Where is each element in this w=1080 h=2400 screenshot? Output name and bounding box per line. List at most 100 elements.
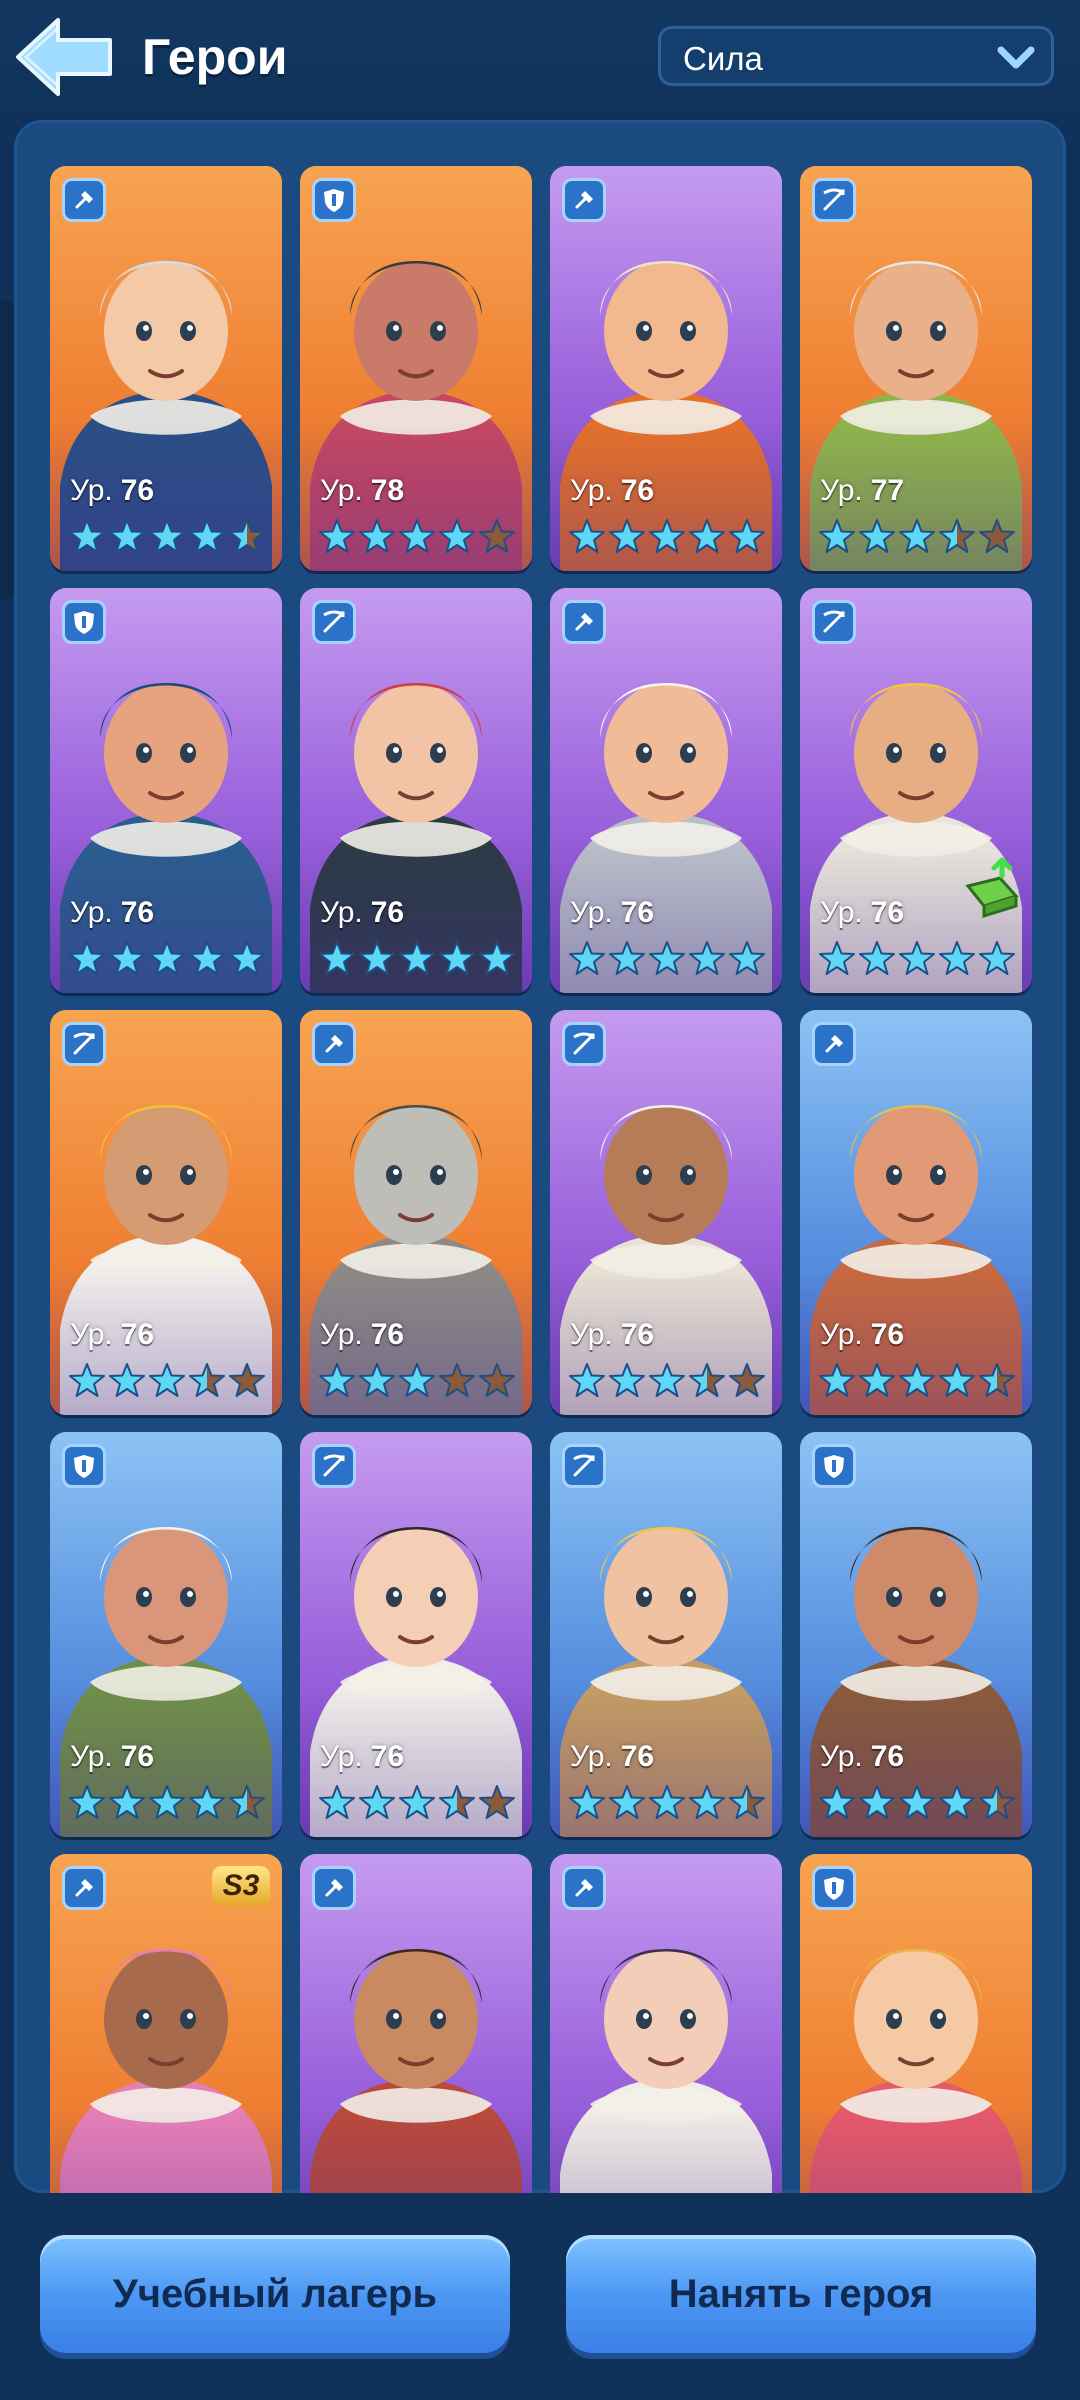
level-prefix: Ур. xyxy=(570,1740,613,1773)
card-shade xyxy=(550,2109,782,2193)
crossbow-class-icon xyxy=(312,600,356,644)
hero-level: Ур. 76 xyxy=(570,1740,654,1774)
hero-card[interactable]: Ур. 76 xyxy=(300,1010,532,1415)
star-icon xyxy=(859,1363,895,1397)
star-icon xyxy=(689,941,725,975)
star-icon xyxy=(859,941,895,975)
hero-level: Ур. 76 xyxy=(570,474,654,508)
crossbow-class-icon xyxy=(562,1444,606,1488)
star-icon xyxy=(859,1785,895,1819)
star-icon xyxy=(69,941,105,975)
hire-hero-button[interactable]: Нанять героя xyxy=(566,2235,1036,2353)
level-value: 76 xyxy=(620,1318,655,1351)
level-prefix: Ур. xyxy=(320,896,363,929)
hero-card[interactable]: Ур. 76 xyxy=(800,1010,1032,1415)
level-prefix: Ур. xyxy=(320,474,363,507)
star-icon xyxy=(319,519,355,553)
star-icon xyxy=(319,941,355,975)
star-icon xyxy=(189,941,225,975)
card-shade xyxy=(800,2109,1032,2193)
star-icon xyxy=(359,941,395,975)
star-icon xyxy=(609,1363,645,1397)
star-icon xyxy=(939,519,975,553)
star-icon xyxy=(109,1363,145,1397)
hero-card[interactable]: Ур. 76 xyxy=(300,1432,532,1837)
hero-card[interactable] xyxy=(550,1854,782,2193)
level-prefix: Ур. xyxy=(70,474,113,507)
star-icon xyxy=(899,519,935,553)
season-badge: S3 xyxy=(212,1866,270,1906)
hero-level: Ур. 76 xyxy=(320,896,404,930)
hero-card[interactable]: Ур. 77 xyxy=(800,166,1032,571)
hero-card[interactable]: Ур. 76 xyxy=(550,1010,782,1415)
star-icon xyxy=(319,1785,355,1819)
star-icon xyxy=(729,941,765,975)
hero-card[interactable]: Ур. 76 xyxy=(550,588,782,993)
hero-card[interactable]: Ур. 76 xyxy=(800,588,1032,993)
shovel-class-icon xyxy=(62,1866,106,1910)
level-prefix: Ур. xyxy=(70,1740,113,1773)
star-rating xyxy=(568,1784,768,1822)
shovel-class-icon xyxy=(562,1866,606,1910)
hero-card[interactable]: Ур. 76 xyxy=(800,1432,1032,1837)
star-icon xyxy=(399,1785,435,1819)
hero-card[interactable]: Ур. 76 xyxy=(50,1010,282,1415)
star-rating xyxy=(68,1362,268,1400)
star-rating xyxy=(568,518,768,556)
star-icon xyxy=(69,1785,105,1819)
hero-card[interactable]: Ур. 76 xyxy=(50,166,282,571)
level-value: 76 xyxy=(620,896,655,929)
hero-card[interactable]: Ур. 76 xyxy=(50,1432,282,1837)
hero-card[interactable]: S3 xyxy=(50,1854,282,2193)
hero-card[interactable] xyxy=(300,1854,532,2193)
star-icon xyxy=(109,1785,145,1819)
chevron-down-icon xyxy=(997,46,1035,69)
side-drawer-handle[interactable] xyxy=(0,300,14,600)
hero-card[interactable]: Ур. 76 xyxy=(550,166,782,571)
level-value: 78 xyxy=(370,474,405,507)
hero-card[interactable]: Ур. 76 xyxy=(300,588,532,993)
hero-level: Ур. 76 xyxy=(570,896,654,930)
hero-level: Ур. 76 xyxy=(70,896,154,930)
hero-card[interactable]: Ур. 78 xyxy=(300,166,532,571)
star-icon xyxy=(819,1363,855,1397)
star-rating xyxy=(68,518,268,556)
star-rating xyxy=(568,1362,768,1400)
level-value: 77 xyxy=(870,474,905,507)
star-icon xyxy=(649,1363,685,1397)
hero-card[interactable]: Ур. 76 xyxy=(50,588,282,993)
hero-card[interactable]: Ур. 76 xyxy=(550,1432,782,1837)
hero-level: Ур. 76 xyxy=(320,1318,404,1352)
shield-class-icon xyxy=(812,1866,856,1910)
star-icon xyxy=(899,1363,935,1397)
star-icon xyxy=(609,519,645,553)
star-icon xyxy=(189,519,225,553)
shield-class-icon xyxy=(62,1444,106,1488)
sort-selected-value: Сила xyxy=(683,40,763,77)
training-camp-button[interactable]: Учебный лагерь xyxy=(40,2235,510,2353)
star-icon xyxy=(609,1785,645,1819)
star-icon xyxy=(359,1363,395,1397)
shield-class-icon xyxy=(812,1444,856,1488)
level-prefix: Ур. xyxy=(820,1318,863,1351)
star-icon xyxy=(149,941,185,975)
level-prefix: Ур. xyxy=(570,474,613,507)
star-icon xyxy=(729,519,765,553)
star-icon xyxy=(189,1785,225,1819)
star-icon xyxy=(399,1363,435,1397)
level-value: 76 xyxy=(870,896,905,929)
level-prefix: Ур. xyxy=(570,1318,613,1351)
star-icon xyxy=(819,941,855,975)
hero-level: Ур. 76 xyxy=(320,1740,404,1774)
hero-card[interactable] xyxy=(800,1854,1032,2193)
star-rating xyxy=(818,1784,1018,1822)
back-arrow-icon[interactable] xyxy=(14,16,114,98)
sort-dropdown[interactable]: Сила xyxy=(658,26,1054,86)
star-icon xyxy=(359,519,395,553)
star-icon xyxy=(399,519,435,553)
star-icon xyxy=(229,519,265,553)
star-icon xyxy=(729,1363,765,1397)
star-icon xyxy=(109,519,145,553)
star-icon xyxy=(939,1785,975,1819)
star-rating xyxy=(68,1784,268,1822)
